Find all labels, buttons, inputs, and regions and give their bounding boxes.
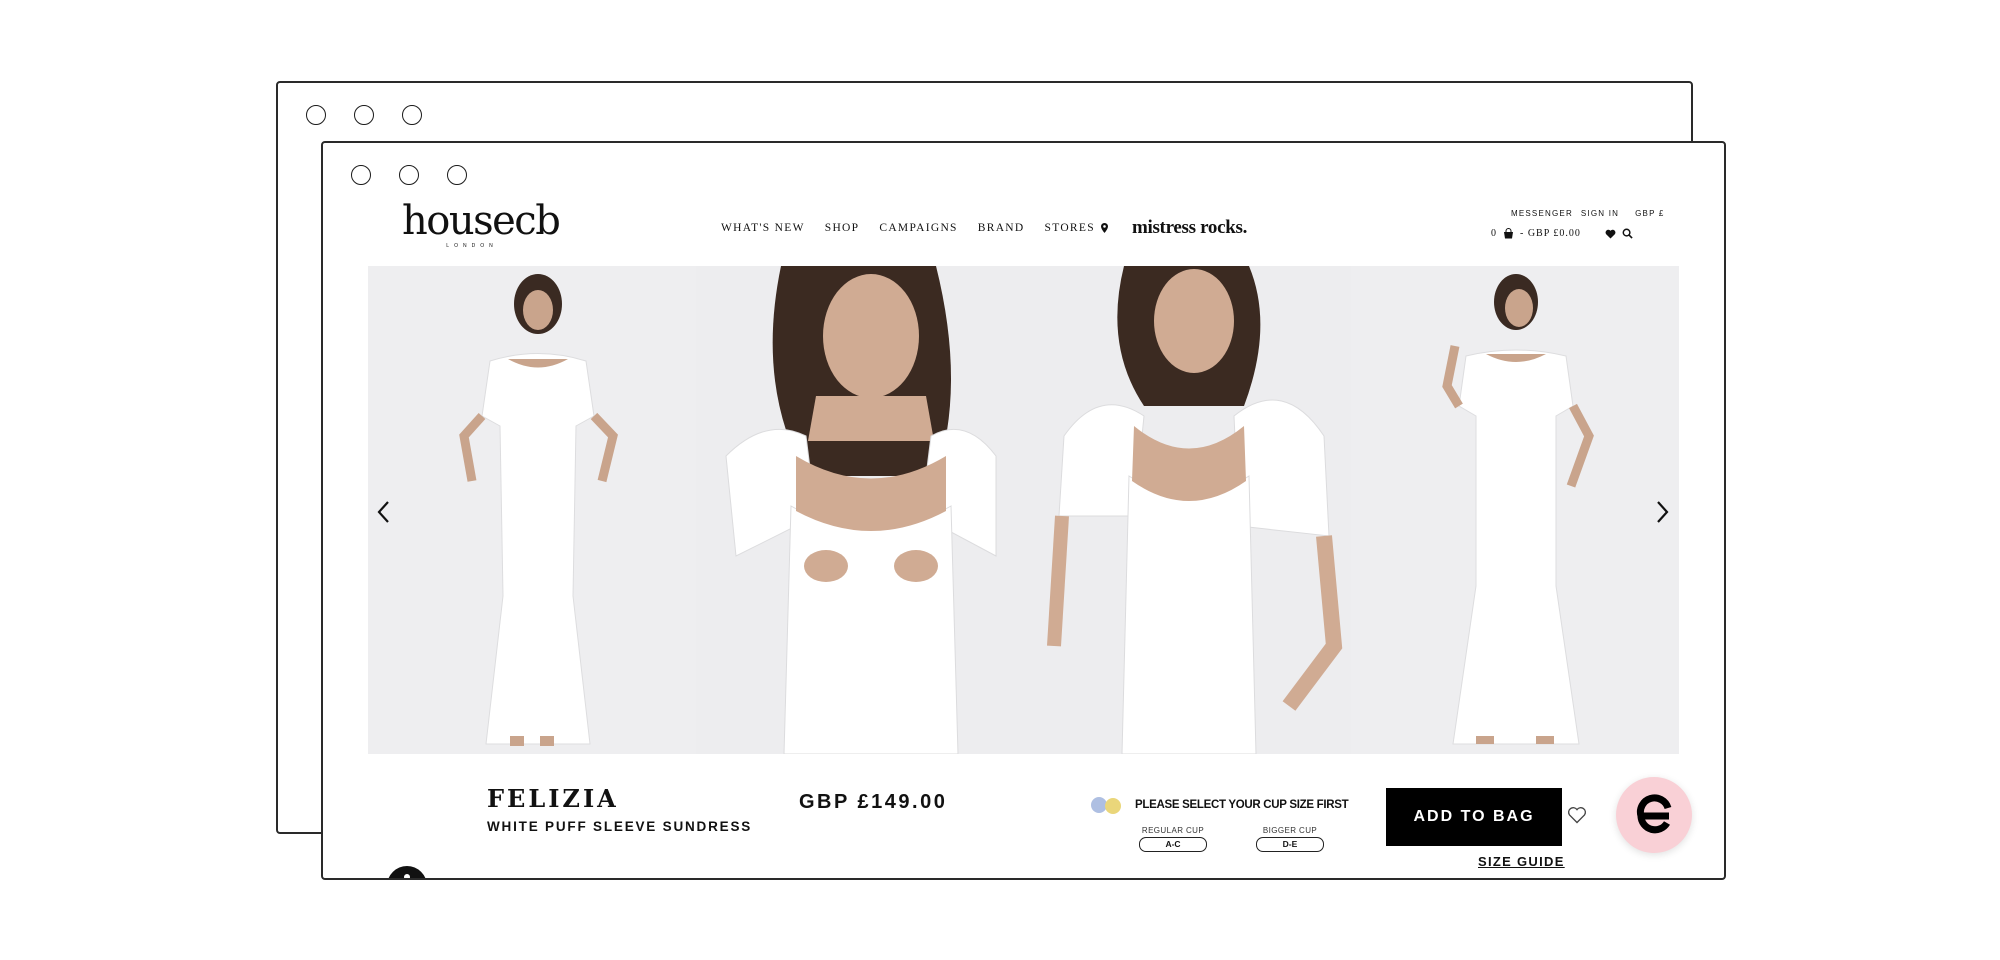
product-image-4[interactable] [1351,266,1679,754]
chevron-left-icon[interactable] [374,499,394,525]
window-controls [351,165,467,185]
window-dot[interactable] [399,165,419,185]
cup-a-c-button[interactable]: A-C [1139,837,1207,852]
nav-whats-new[interactable]: WHAT'S NEW [721,222,805,234]
browser-window-front: housecb LONDON WHAT'S NEW SHOP CAMPAIGNS… [321,141,1726,880]
window-dot[interactable] [447,165,467,185]
search-icon[interactable] [1622,228,1633,239]
cup-size-prompt: PLEASE SELECT YOUR CUP SIZE FIRST [1089,795,1349,815]
window-dot[interactable] [351,165,371,185]
heart-icon[interactable] [1605,229,1616,239]
accessibility-button[interactable] [387,866,427,878]
wishlist-heart-icon[interactable] [1567,805,1587,825]
chevron-right-icon[interactable] [1652,499,1672,525]
product-image-3[interactable] [1023,266,1352,754]
utility-links: MESSENGER SIGN IN GBP £ [1511,209,1665,218]
size-guide-link[interactable]: SIZE GUIDE [1478,854,1565,869]
bag-bar: 0 - GBP £0.00 [1491,228,1633,239]
bag-count[interactable]: 0 [1491,228,1497,239]
product-image-2[interactable] [695,266,1024,754]
nav-mistress-rocks[interactable]: mistress rocks. [1132,217,1247,239]
product-name: FELIZIA [487,784,619,813]
bag-total[interactable]: - GBP £0.00 [1520,228,1581,239]
main-nav: WHAT'S NEW SHOP CAMPAIGNS BRAND STORES m… [721,217,1247,239]
bag-icon[interactable] [1503,228,1514,239]
logo-wordmark: housecb [402,198,561,244]
window-dot[interactable] [402,105,422,125]
regular-cup-label: REGULAR CUP [1141,826,1205,835]
window-dot[interactable] [306,105,326,125]
window-controls [306,105,422,125]
add-to-bag-button[interactable]: ADD TO BAG [1386,788,1562,846]
nav-stores: STORES [1044,222,1095,234]
nav-campaigns[interactable]: CAMPAIGNS [879,222,957,234]
messenger-link[interactable]: MESSENGER [1511,209,1573,218]
nav-brand[interactable]: BRAND [978,222,1025,234]
bigger-cup-option: BIGGER CUP D-E [1256,826,1324,852]
window-dot[interactable] [354,105,374,125]
nav-shop[interactable]: SHOP [825,222,860,234]
accessibility-icon [404,874,410,878]
product-gallery[interactable] [368,266,1679,754]
chat-widget-button[interactable] [1616,777,1692,853]
product-subtitle: WHITE PUFF SLEEVE SUNDRESS [487,819,753,834]
location-pin-icon [1100,223,1108,233]
chat-icon [1636,794,1672,834]
cup-size-prompt-text: PLEASE SELECT YOUR CUP SIZE FIRST [1135,799,1349,811]
currency-selector[interactable]: GBP £ [1635,209,1664,218]
regular-cup-option: REGULAR CUP A-C [1139,826,1207,852]
product-image-1[interactable] [368,266,696,754]
product-price: GBP £149.00 [799,791,948,813]
cup-size-icon [1091,797,1121,814]
cup-d-e-button[interactable]: D-E [1256,837,1324,852]
site-logo[interactable]: housecb LONDON [402,198,561,249]
sign-in-link[interactable]: SIGN IN [1581,209,1619,218]
nav-stores-wrap[interactable]: STORES [1045,222,1108,234]
bigger-cup-label: BIGGER CUP [1262,826,1318,835]
